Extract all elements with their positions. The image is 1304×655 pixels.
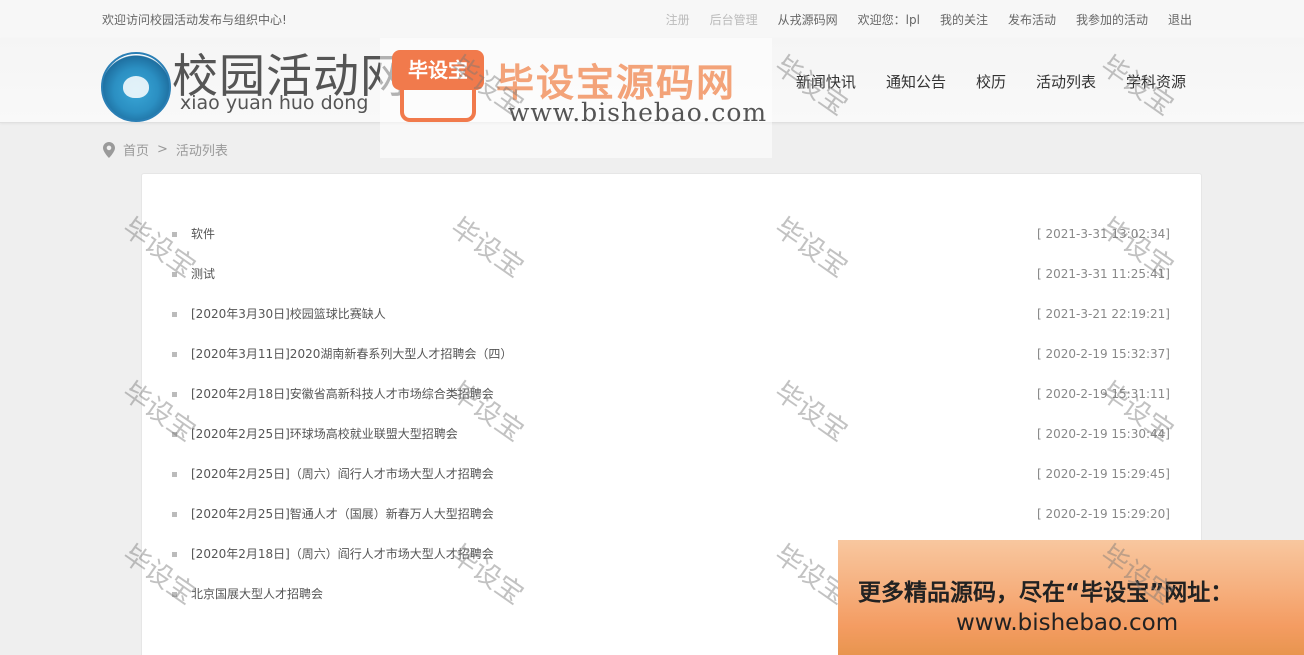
bullet-icon: [172, 432, 177, 437]
list-item: 软件 [ 2021-3-31 13:02:34]: [142, 214, 1201, 254]
list-item: 测试 [ 2021-3-31 11:25:41]: [142, 254, 1201, 294]
activity-date: [ 2020-2-19 15:30:44]: [1037, 427, 1170, 441]
admin-link[interactable]: 后台管理: [710, 11, 758, 28]
top-bar: 欢迎访问校园活动发布与组织中心! 注册 后台管理 从戎源码网 欢迎您：lpl 我…: [0, 0, 1304, 38]
breadcrumb-current: 活动列表: [175, 144, 228, 159]
nav-calendar[interactable]: 校历: [976, 71, 1006, 92]
activity-date: [ 2021-3-21 22:19:21]: [1037, 307, 1170, 321]
activity-title[interactable]: [2020年2月18日]安徽省高新科技人才市场综合类招聘会: [191, 374, 494, 414]
breadcrumb-home[interactable]: 首页: [123, 140, 149, 159]
top-links: 注册 后台管理 从戎源码网 欢迎您：lpl 我的关注 发布活动 我参加的活动 退…: [666, 11, 1192, 28]
watermark-logo-frame: [400, 88, 476, 122]
bullet-icon: [172, 592, 177, 597]
welcome-text: 欢迎访问校园活动发布与组织中心!: [102, 13, 287, 27]
activity-date: [ 2020-2-19 15:29:20]: [1037, 507, 1170, 521]
activity-title[interactable]: 测试: [191, 254, 215, 294]
list-item: [2020年3月30日]校园篮球比赛缺人 [ 2021-3-21 22:19:21…: [142, 294, 1201, 334]
nav-news[interactable]: 新闻快讯: [796, 71, 856, 92]
breadcrumb-separator: >: [157, 142, 168, 157]
source-site-link[interactable]: 从戎源码网: [778, 11, 838, 28]
nav-notices[interactable]: 通知公告: [886, 71, 946, 92]
list-item: [2020年2月25日]（周六）阎行人才市场大型人才招聘会 [ 2020-2-19…: [142, 454, 1201, 494]
activity-title[interactable]: 北京国展大型人才招聘会: [191, 574, 323, 614]
bullet-icon: [172, 512, 177, 517]
activity-title[interactable]: [2020年2月18日]（周六）阎行人才市场大型人才招聘会: [191, 534, 494, 574]
watermark-logo-badge: 毕设宝: [392, 50, 484, 90]
site-pinyin: xiao yuan huo dong: [180, 92, 369, 114]
activity-date: [ 2020-2-19 15:29:45]: [1037, 467, 1170, 481]
nav-resources[interactable]: 学科资源: [1126, 71, 1186, 92]
location-pin-icon: [103, 141, 115, 158]
bullet-icon: [172, 352, 177, 357]
publish-activity-link[interactable]: 发布活动: [1008, 11, 1056, 28]
bullet-icon: [172, 552, 177, 557]
my-activities-link[interactable]: 我参加的活动: [1076, 11, 1148, 28]
bullet-icon: [172, 272, 177, 277]
promo-url[interactable]: www.bishebao.com: [956, 610, 1178, 636]
user-greeting: 欢迎您：lpl: [857, 13, 920, 27]
list-item: [2020年2月25日]环球场高校就业联盟大型招聘会 [ 2020-2-19 15…: [142, 414, 1201, 454]
main-nav: 新闻快讯 通知公告 校历 活动列表 学科资源: [796, 71, 1186, 92]
logout-link[interactable]: 退出: [1168, 11, 1192, 28]
activity-date: [ 2020-2-19 15:32:37]: [1037, 347, 1170, 361]
activity-title[interactable]: [2020年2月25日]智通人才（国展）新春万人大型招聘会: [191, 494, 494, 534]
bullet-icon: [172, 392, 177, 397]
bullet-icon: [172, 472, 177, 477]
nav-activity-list[interactable]: 活动列表: [1036, 71, 1096, 92]
bullet-icon: [172, 312, 177, 317]
list-item: [2020年2月18日]安徽省高新科技人才市场综合类招聘会 [ 2020-2-19…: [142, 374, 1201, 414]
promo-text: 更多精品源码，尽在“毕设宝”网址：: [858, 580, 1234, 606]
register-link[interactable]: 注册: [666, 11, 690, 28]
breadcrumb: 首页 > 活动列表: [103, 140, 228, 159]
bullet-icon: [172, 232, 177, 237]
list-item: [2020年3月11日]2020湖南新春系列大型人才招聘会（四） [ 2020-2…: [142, 334, 1201, 374]
promo-banner[interactable]: 更多精品源码，尽在“毕设宝”网址： www.bishebao.com: [838, 540, 1304, 655]
activity-title[interactable]: [2020年2月25日]环球场高校就业联盟大型招聘会: [191, 414, 458, 454]
activity-title[interactable]: 软件: [191, 214, 215, 254]
site-header: 校园活动网 xiao yuan huo dong 毕设宝 毕设宝源码网 www.…: [0, 38, 1304, 158]
list-item: [2020年2月25日]智通人才（国展）新春万人大型招聘会 [ 2020-2-19…: [142, 494, 1201, 534]
activity-date: [ 2021-3-31 13:02:34]: [1037, 227, 1170, 241]
activity-title[interactable]: [2020年3月11日]2020湖南新春系列大型人才招聘会（四）: [191, 334, 512, 374]
watermark-url: www.bishebao.com: [508, 98, 768, 127]
school-logo[interactable]: [101, 52, 171, 122]
activity-title[interactable]: [2020年3月30日]校园篮球比赛缺人: [191, 294, 386, 334]
my-follows-link[interactable]: 我的关注: [940, 11, 988, 28]
activity-title[interactable]: [2020年2月25日]（周六）阎行人才市场大型人才招聘会: [191, 454, 494, 494]
activity-date: [ 2020-2-19 15:31:11]: [1037, 387, 1170, 401]
activity-date: [ 2021-3-31 11:25:41]: [1037, 267, 1170, 281]
